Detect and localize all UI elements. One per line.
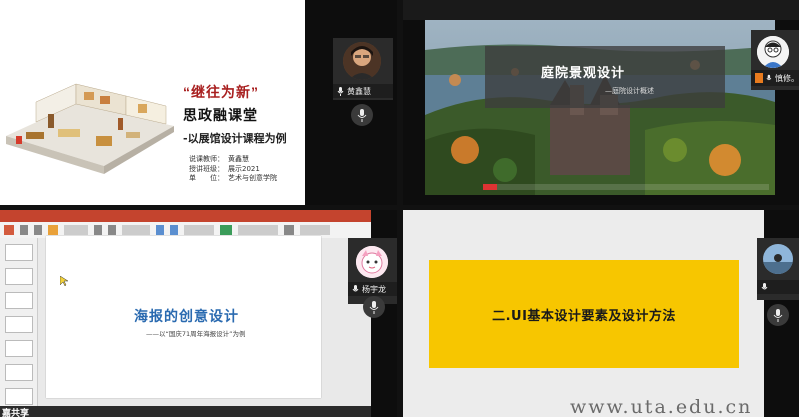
slide-thumbnail[interactable] (5, 244, 33, 261)
mic-icon (352, 284, 359, 291)
presentation-app-window: 海报的创意设计 ——以“国庆71周年海报设计”为例 嘉共享 (0, 210, 371, 417)
info-value: 艺术与创意学院 (228, 174, 277, 182)
avatar (763, 244, 793, 274)
info-label: 授讲班级： (189, 164, 224, 173)
participant-tile-3[interactable]: 杨宇龙 (348, 238, 397, 304)
quote-close: ” (251, 84, 259, 100)
participant-name: 慎修。 (775, 73, 799, 83)
avatar-image (763, 244, 793, 274)
video-tile-4[interactable]: 二.UI基本设计要素及设计方法 (403, 210, 799, 417)
info-value: 黄鑫慧 (228, 155, 249, 163)
participant-tile-4[interactable] (757, 238, 799, 300)
video-tile-3[interactable]: 海报的创意设计 ——以“国庆71周年海报设计”为例 嘉共享 杨宇龙 (0, 210, 397, 417)
shared-slide-1: “继往为新” 思政融课堂 -以展馆设计课程为例 说课教师： 黄鑫慧 授讲班级： 展示… (0, 0, 305, 205)
slide-thumbnail[interactable] (5, 364, 33, 381)
participant-name-bar: 杨宇龙 (348, 282, 397, 296)
slide-thumbnail-panel[interactable] (0, 238, 38, 406)
info-row: 单 位： 艺术与创意学院 (189, 174, 277, 184)
shared-slide-4: 二.UI基本设计要素及设计方法 (403, 210, 764, 417)
quote-open: “ (183, 84, 191, 100)
participant-tile-1[interactable]: 黄鑫慧 (333, 38, 393, 100)
slide-highlight-box: 二.UI基本设计要素及设计方法 (429, 260, 739, 368)
slide-title: 海报的创意设计 (134, 309, 239, 325)
participant-name: 杨宇龙 (362, 284, 386, 294)
info-value: 展示2021 (228, 164, 260, 173)
tile-top-bar (403, 0, 799, 20)
host-badge-icon (755, 73, 764, 83)
slide-thumbnail[interactable] (5, 316, 33, 333)
avatar (356, 246, 388, 278)
mic-icon (357, 108, 367, 122)
mic-icon (766, 74, 772, 80)
slide-subtitle: ——以“国庆71周年海报设计”为例 (146, 330, 246, 338)
avatar-image (356, 246, 388, 278)
title-highlight: 继往为新 (191, 84, 251, 100)
slide-thumbnail[interactable] (5, 388, 33, 405)
slide-info: 说课教师： 黄鑫慧 授讲班级： 展示2021 单 位： 艺术与创意学院 (189, 155, 277, 184)
info-label: 说课教师： (189, 155, 224, 163)
video-progress-bar[interactable] (483, 184, 769, 190)
caption-title: 庭院景观设计 (541, 66, 626, 81)
slide-caption-box: 庭院景观设计 —庭院设计概述 (485, 46, 725, 108)
participant-tile-2[interactable]: 慎修。 (751, 30, 799, 90)
participant-name-bar: 慎修。 (751, 70, 799, 86)
taskbar: 嘉共享 (0, 406, 371, 417)
participant-name-bar (757, 280, 799, 294)
current-slide[interactable]: 海报的创意设计 ——以“国庆71周年海报设计”为例 (46, 236, 321, 398)
avatar-image (343, 42, 381, 80)
participant-name-bar: 黄鑫慧 (333, 84, 393, 98)
watermark: www.uta.edu.cn (570, 396, 753, 417)
mic-icon (773, 308, 783, 322)
video-tile-2[interactable]: 庭院景观设计 —庭院设计概述 慎修。 (403, 0, 799, 205)
slide-title-block: “继往为新” 思政融课堂 -以展馆设计课程为例 (183, 82, 303, 146)
exhibition-room-illustration (6, 83, 174, 174)
share-label: 嘉共享 (2, 409, 30, 417)
slide-title-line2: 思政融课堂 (183, 108, 258, 124)
slide-title-line1: “继往为新” (183, 82, 303, 102)
mic-icon (369, 300, 379, 314)
avatar-image (757, 36, 789, 68)
slide-heading: 二.UI基本设计要素及设计方法 (492, 308, 676, 324)
cursor-icon (60, 276, 68, 286)
caption-subtitle: —庭院设计概述 (605, 87, 654, 95)
info-label: 单 位： (189, 174, 224, 182)
mic-icon (337, 86, 344, 96)
mute-button[interactable] (351, 104, 373, 126)
video-tile-1[interactable]: “继往为新” 思政融课堂 -以展馆设计课程为例 说课教师： 黄鑫慧 授讲班级： 展示… (0, 0, 397, 205)
slide-title-line3: -以展馆设计课程为例 (183, 132, 287, 145)
mic-icon (761, 282, 768, 289)
progress-fill (483, 184, 498, 190)
avatar (757, 36, 789, 68)
mute-button[interactable] (363, 296, 385, 318)
slide-thumbnail[interactable] (5, 292, 33, 309)
slide-thumbnail[interactable] (5, 340, 33, 357)
mute-button[interactable] (767, 304, 789, 326)
participant-name: 黄鑫慧 (347, 86, 371, 96)
info-row: 授讲班级： 展示2021 (189, 165, 277, 175)
ribbon-toolbar (0, 210, 371, 238)
info-row: 说课教师： 黄鑫慧 (189, 155, 277, 165)
avatar (343, 42, 381, 80)
slide-thumbnail[interactable] (5, 268, 33, 285)
